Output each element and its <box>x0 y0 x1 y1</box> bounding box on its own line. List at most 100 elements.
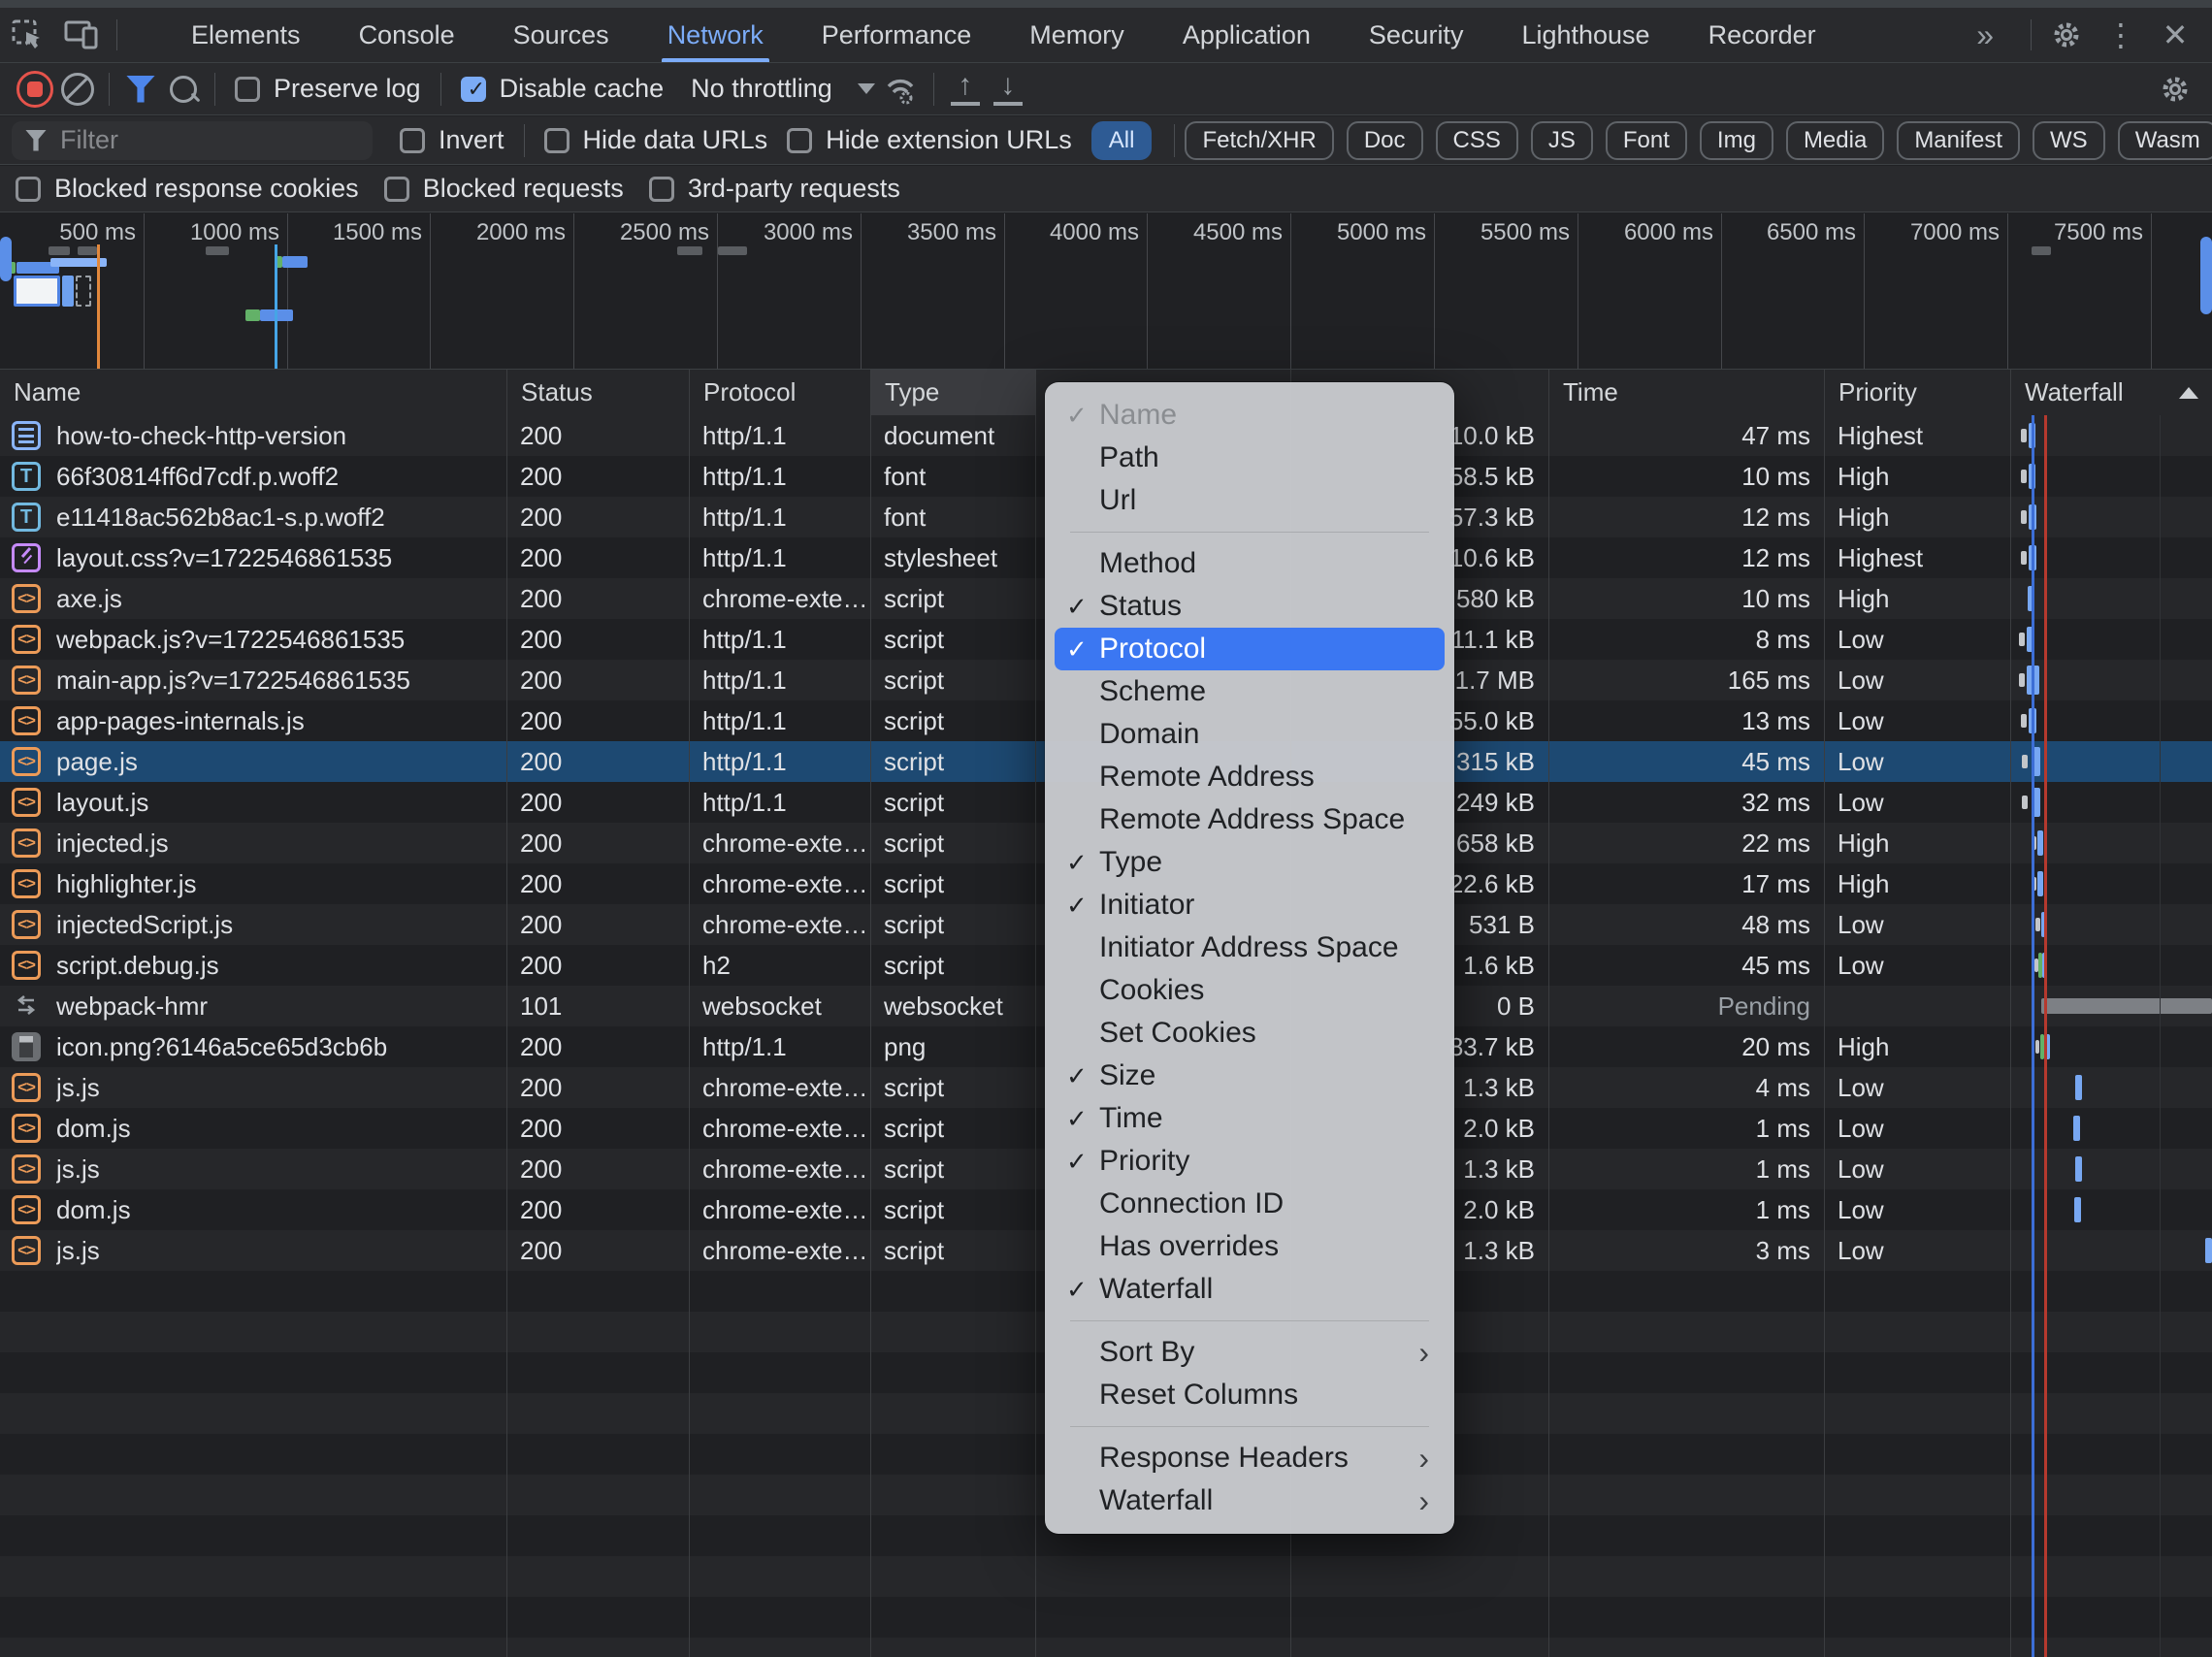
hide-extension-urls-box[interactable] <box>787 127 813 153</box>
column-header-priority[interactable]: Priority <box>1824 370 2010 415</box>
checkbox-box[interactable] <box>648 176 674 202</box>
waterfall-bar <box>2032 788 2040 817</box>
checkbox-box[interactable] <box>383 176 409 202</box>
overview-window-handle[interactable] <box>2200 237 2212 314</box>
network-conditions-icon[interactable] <box>881 68 924 111</box>
tab-recorder[interactable]: Recorder <box>1679 8 1845 62</box>
filter-input-container[interactable] <box>12 120 406 160</box>
column-header-time[interactable]: Time <box>1548 370 1824 415</box>
chip-media[interactable]: Media <box>1785 120 1885 160</box>
checkbox-3rd-party-requests[interactable]: 3rd-party requests <box>648 168 926 211</box>
network-overview-timeline[interactable]: 500 ms 1000 ms 1500 ms 2000 ms 2500 ms 3000 m… <box>0 213 2212 370</box>
menu-item-label: Size <box>1099 1059 1156 1091</box>
menu-item-priority[interactable]: ✓ Priority <box>1055 1140 1445 1183</box>
menu-item-time[interactable]: ✓ Time <box>1055 1097 1445 1140</box>
tab-sources[interactable]: Sources <box>484 8 638 62</box>
disable-cache-box[interactable] <box>460 76 486 102</box>
inspect-element-icon[interactable] <box>0 14 54 56</box>
overview-window-handle[interactable] <box>0 237 12 281</box>
tab-application[interactable]: Application <box>1154 8 1340 62</box>
throttling-select[interactable]: No throttling <box>673 68 881 111</box>
tab-lighthouse[interactable]: Lighthouse <box>1492 8 1678 62</box>
chip-font[interactable]: Font <box>1605 120 1687 160</box>
export-har-icon[interactable]: ↓ <box>987 68 1029 111</box>
hide-data-urls-checkbox[interactable]: Hide data URLs <box>535 119 778 162</box>
menu-item-method[interactable]: Method <box>1055 542 1445 585</box>
chip-doc[interactable]: Doc <box>1346 120 1423 160</box>
search-icon[interactable] <box>162 68 205 111</box>
network-settings-gear-icon[interactable] <box>2154 68 2196 111</box>
chip-wasm[interactable]: Wasm <box>2117 120 2212 160</box>
menu-item-initiator-address-space[interactable]: Initiator Address Space <box>1055 926 1445 969</box>
hide-extension-urls-checkbox[interactable]: Hide extension URLs <box>777 119 1091 162</box>
menu-item-response-headers[interactable]: Response Headers › <box>1055 1437 1445 1479</box>
column-header-status[interactable]: Status <box>506 370 689 415</box>
menu-item-cookies[interactable]: Cookies <box>1055 969 1445 1012</box>
column-header-protocol[interactable]: Protocol <box>689 370 870 415</box>
tab-security[interactable]: Security <box>1340 8 1493 62</box>
chip-img[interactable]: Img <box>1699 120 1773 160</box>
device-toolbar-icon[interactable] <box>54 14 109 56</box>
menu-item-path[interactable]: Path <box>1055 437 1445 479</box>
menu-item-url[interactable]: Url <box>1055 479 1445 522</box>
menu-item-status[interactable]: ✓ Status <box>1055 585 1445 628</box>
menu-item-remote-address[interactable]: Remote Address <box>1055 756 1445 798</box>
waterfall-bar <box>2029 464 2035 489</box>
kebab-menu-icon[interactable]: ⋮ <box>2094 14 2148 56</box>
checkbox-blocked-requests[interactable]: Blocked requests <box>383 168 649 211</box>
waterfall-bar <box>2035 918 2040 931</box>
cell-time: 20 ms <box>1741 1032 1810 1061</box>
menu-item-domain[interactable]: Domain <box>1055 713 1445 756</box>
close-devtools-icon[interactable]: ✕ <box>2148 14 2202 56</box>
menu-item-connection-id[interactable]: Connection ID <box>1055 1183 1445 1225</box>
invert-box[interactable] <box>400 127 425 153</box>
waterfall-bar <box>2029 504 2036 530</box>
tab-performance[interactable]: Performance <box>793 8 1001 62</box>
tab-elements[interactable]: Elements <box>162 8 330 62</box>
chip-ws[interactable]: WS <box>2033 120 2105 160</box>
timeline-gridline <box>1290 213 1291 369</box>
menu-item-remote-address-space[interactable]: Remote Address Space <box>1055 798 1445 841</box>
menu-item-protocol[interactable]: ✓ Protocol <box>1055 628 1445 670</box>
clear-button[interactable] <box>56 68 99 111</box>
menu-item-waterfall[interactable]: ✓ Waterfall <box>1055 1268 1445 1311</box>
preserve-log-checkbox[interactable]: Preserve log <box>225 68 431 111</box>
filter-input[interactable] <box>58 124 406 156</box>
disable-cache-checkbox[interactable]: Disable cache <box>451 68 674 111</box>
menu-item-type[interactable]: ✓ Type <box>1055 841 1445 884</box>
menu-item-waterfall[interactable]: Waterfall › <box>1055 1479 1445 1522</box>
menu-item-sort-by[interactable]: Sort By › <box>1055 1331 1445 1374</box>
invert-checkbox[interactable]: Invert <box>373 119 514 162</box>
checkbox-blocked-response-cookies[interactable]: Blocked response cookies <box>16 168 384 211</box>
chip-fetch-xhr[interactable]: Fetch/XHR <box>1185 120 1334 160</box>
cell-protocol: http/1.1 <box>702 706 787 735</box>
request-name: page.js <box>56 747 138 776</box>
tab-network[interactable]: Network <box>638 8 793 62</box>
column-header-name[interactable]: Name <box>0 370 506 415</box>
more-tabs-button[interactable]: » <box>1947 19 2023 50</box>
menu-item-has-overrides[interactable]: Has overrides <box>1055 1225 1445 1268</box>
menu-item-initiator[interactable]: ✓ Initiator <box>1055 884 1445 926</box>
chip-js[interactable]: JS <box>1530 120 1593 160</box>
import-har-icon[interactable]: ↑ <box>944 68 987 111</box>
filter-toggle-icon[interactable] <box>119 68 162 111</box>
hide-data-urls-box[interactable] <box>543 127 569 153</box>
settings-gear-icon[interactable] <box>2039 14 2094 56</box>
record-button[interactable] <box>14 68 56 111</box>
timeline-gridline <box>2151 213 2152 369</box>
menu-item-set-cookies[interactable]: Set Cookies <box>1055 1012 1445 1055</box>
column-header-type[interactable]: Type <box>870 370 1035 415</box>
chip-manifest[interactable]: Manifest <box>1897 120 2021 160</box>
chip-all[interactable]: All <box>1090 120 1153 160</box>
menu-item-reset-columns[interactable]: Reset Columns <box>1055 1374 1445 1416</box>
hide-extension-urls-label: Hide extension URLs <box>826 125 1072 154</box>
tab-console[interactable]: Console <box>330 8 484 62</box>
preserve-log-box[interactable] <box>235 76 260 102</box>
tab-memory[interactable]: Memory <box>1000 8 1154 62</box>
chip-css[interactable]: CSS <box>1435 120 1518 160</box>
column-header-waterfall[interactable]: Waterfall <box>2010 370 2212 415</box>
checkbox-box[interactable] <box>16 176 41 202</box>
menu-item-scheme[interactable]: Scheme <box>1055 670 1445 713</box>
menu-item-size[interactable]: ✓ Size <box>1055 1055 1445 1097</box>
cell-time: 22 ms <box>1741 828 1810 858</box>
